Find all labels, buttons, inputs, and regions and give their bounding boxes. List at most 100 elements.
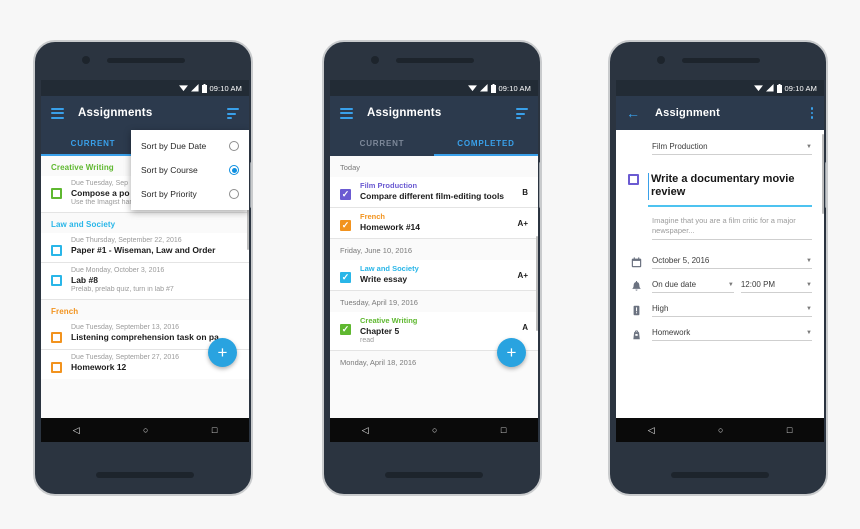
sort-icon[interactable] xyxy=(516,108,528,119)
nav-recents-icon[interactable]: □ xyxy=(787,425,792,435)
menu-item-sort-course[interactable]: Sort by Course xyxy=(131,158,249,182)
table-row[interactable]: ✓ Law and Society Write essay A+ xyxy=(330,260,538,291)
calendar-icon xyxy=(628,257,644,268)
phone-1-screen: 09:10 AM Assignments CURRENT COMPLETED C… xyxy=(41,80,249,442)
assignment-checkbox[interactable] xyxy=(51,362,62,373)
phone-2-app-bar: Assignments xyxy=(330,96,538,130)
phone-2-tabs: CURRENT COMPLETED xyxy=(330,130,538,156)
phone-3-screen: 09:10 AM ← Assignment Film Production ▼ xyxy=(616,80,824,442)
assignment-checkbox[interactable] xyxy=(51,332,62,343)
reminder-time-value: 12:00 PM xyxy=(740,280,776,290)
phone-1: 09:10 AM Assignments CURRENT COMPLETED C… xyxy=(33,40,253,496)
scrollbar[interactable] xyxy=(536,236,538,331)
nav-recents-icon[interactable]: □ xyxy=(501,425,506,435)
assignment-checkbox-checked[interactable]: ✓ xyxy=(340,272,351,283)
assignment-detail-form: Film Production ▼ Write a documentary mo… xyxy=(616,130,824,432)
due-date-select[interactable]: October 5, 2016 ▼ xyxy=(652,254,812,270)
course-label: Law and Society xyxy=(360,264,419,273)
sort-icon[interactable] xyxy=(227,108,239,119)
add-assignment-fab[interactable]: + xyxy=(497,338,526,367)
title-row: Write a documentary movie review xyxy=(628,171,812,207)
menu-item-label: Sort by Course xyxy=(141,165,198,175)
grade-badge: B xyxy=(522,188,528,197)
menu-item-sort-priority[interactable]: Sort by Priority xyxy=(131,182,249,206)
chevron-down-icon: ▼ xyxy=(727,281,734,288)
more-vert-icon[interactable] xyxy=(810,107,813,119)
course-label: Creative Writing xyxy=(360,316,418,325)
table-row[interactable]: ✓ French Homework #14 A+ xyxy=(330,208,538,239)
power-button[interactable] xyxy=(825,162,826,208)
assignment-checkbox[interactable] xyxy=(51,245,62,256)
assignment-title: Paper #1 - Wiseman, Law and Order xyxy=(71,245,216,255)
title-input[interactable]: Write a documentary movie review xyxy=(648,171,812,207)
wifi-icon xyxy=(178,85,188,92)
nav-home-icon[interactable]: ○ xyxy=(143,425,148,435)
title-value: Write a documentary movie review xyxy=(648,173,812,200)
wifi-icon xyxy=(467,85,477,92)
mockup-stage: 09:10 AM Assignments CURRENT COMPLETED C… xyxy=(0,0,860,529)
reminder-select[interactable]: On due date ▼ xyxy=(652,278,734,294)
hamburger-icon[interactable] xyxy=(340,107,353,119)
assignment-checkbox-checked[interactable]: ✓ xyxy=(340,189,351,200)
assignment-checkbox-checked[interactable]: ✓ xyxy=(340,220,351,231)
assignment-checkbox-checked[interactable]: ✓ xyxy=(340,324,351,335)
page-title: Assignments xyxy=(78,107,153,119)
status-bar: 09:10 AM xyxy=(616,80,824,96)
chevron-down-icon: ▼ xyxy=(806,329,812,336)
date-header: Today xyxy=(330,156,538,177)
nav-home-icon[interactable]: ○ xyxy=(718,425,723,435)
radio-button-selected[interactable] xyxy=(229,165,239,175)
nav-back-icon[interactable]: ◁ xyxy=(362,425,369,436)
power-button[interactable] xyxy=(250,162,251,208)
assignment-title: Compare different film-editing tools xyxy=(360,191,505,201)
assignment-checkbox[interactable] xyxy=(51,275,62,286)
course-select[interactable]: Film Production ▼ xyxy=(652,140,812,155)
nav-home-icon[interactable]: ○ xyxy=(432,425,437,435)
priority-select[interactable]: High ▼ xyxy=(652,302,812,318)
due-date-row: October 5, 2016 ▼ xyxy=(628,254,812,270)
nav-recents-icon[interactable]: □ xyxy=(212,425,217,435)
priority-icon xyxy=(628,305,644,316)
date-header: Friday, June 10, 2016 xyxy=(330,239,538,260)
assignment-title: Homework #14 xyxy=(360,222,420,232)
type-select[interactable]: Homework ▼ xyxy=(652,326,812,342)
note-value: Imagine that you are a film critic for a… xyxy=(652,215,796,235)
assignment-checkbox[interactable] xyxy=(628,174,639,185)
front-camera xyxy=(657,56,665,64)
earpiece-speaker xyxy=(682,58,760,63)
tab-current[interactable]: CURRENT xyxy=(330,130,434,156)
power-button[interactable] xyxy=(539,162,540,208)
page-title: Assignments xyxy=(367,107,442,119)
signal-icon xyxy=(765,84,774,92)
signal-icon xyxy=(190,84,199,92)
nav-back-icon[interactable]: ◁ xyxy=(73,425,80,436)
tab-completed[interactable]: COMPLETED xyxy=(434,130,538,156)
reminder-time-select[interactable]: 12:00 PM ▼ xyxy=(740,278,812,294)
chevron-down-icon: ▼ xyxy=(806,305,812,312)
table-row[interactable]: Due Monday, October 3, 2016 Lab #8 Prela… xyxy=(41,263,249,300)
due-date-value: October 5, 2016 xyxy=(652,256,710,266)
note-input[interactable]: Imagine that you are a film critic for a… xyxy=(652,214,812,241)
scrollbar[interactable] xyxy=(822,134,824,214)
assignment-checkbox[interactable] xyxy=(51,188,62,199)
add-assignment-fab[interactable]: + xyxy=(208,338,237,367)
menu-item-sort-due-date[interactable]: Sort by Due Date xyxy=(131,134,249,158)
type-value: Homework xyxy=(652,328,691,338)
course-row: Film Production ▼ xyxy=(628,140,812,155)
backpack-icon xyxy=(628,329,644,340)
assignment-title: Chapter 5 xyxy=(360,326,400,336)
radio-button[interactable] xyxy=(229,189,239,199)
page-title: Assignment xyxy=(655,107,720,119)
table-row[interactable]: Due Thursday, September 22, 2016 Paper #… xyxy=(41,233,249,263)
assignment-subtitle: read xyxy=(360,337,375,344)
phone-chin-bar xyxy=(385,472,483,478)
reminder-row: On due date ▼ 12:00 PM ▼ xyxy=(628,278,812,294)
nav-back-icon[interactable]: ◁ xyxy=(648,425,655,436)
android-nav-bar: ◁ ○ □ xyxy=(616,418,824,442)
radio-button[interactable] xyxy=(229,141,239,151)
back-arrow-icon[interactable]: ← xyxy=(626,106,640,120)
hamburger-icon[interactable] xyxy=(51,107,64,119)
earpiece-speaker xyxy=(107,58,185,63)
table-row[interactable]: ✓ Film Production Compare different film… xyxy=(330,177,538,208)
tab-current[interactable]: CURRENT xyxy=(41,130,145,156)
